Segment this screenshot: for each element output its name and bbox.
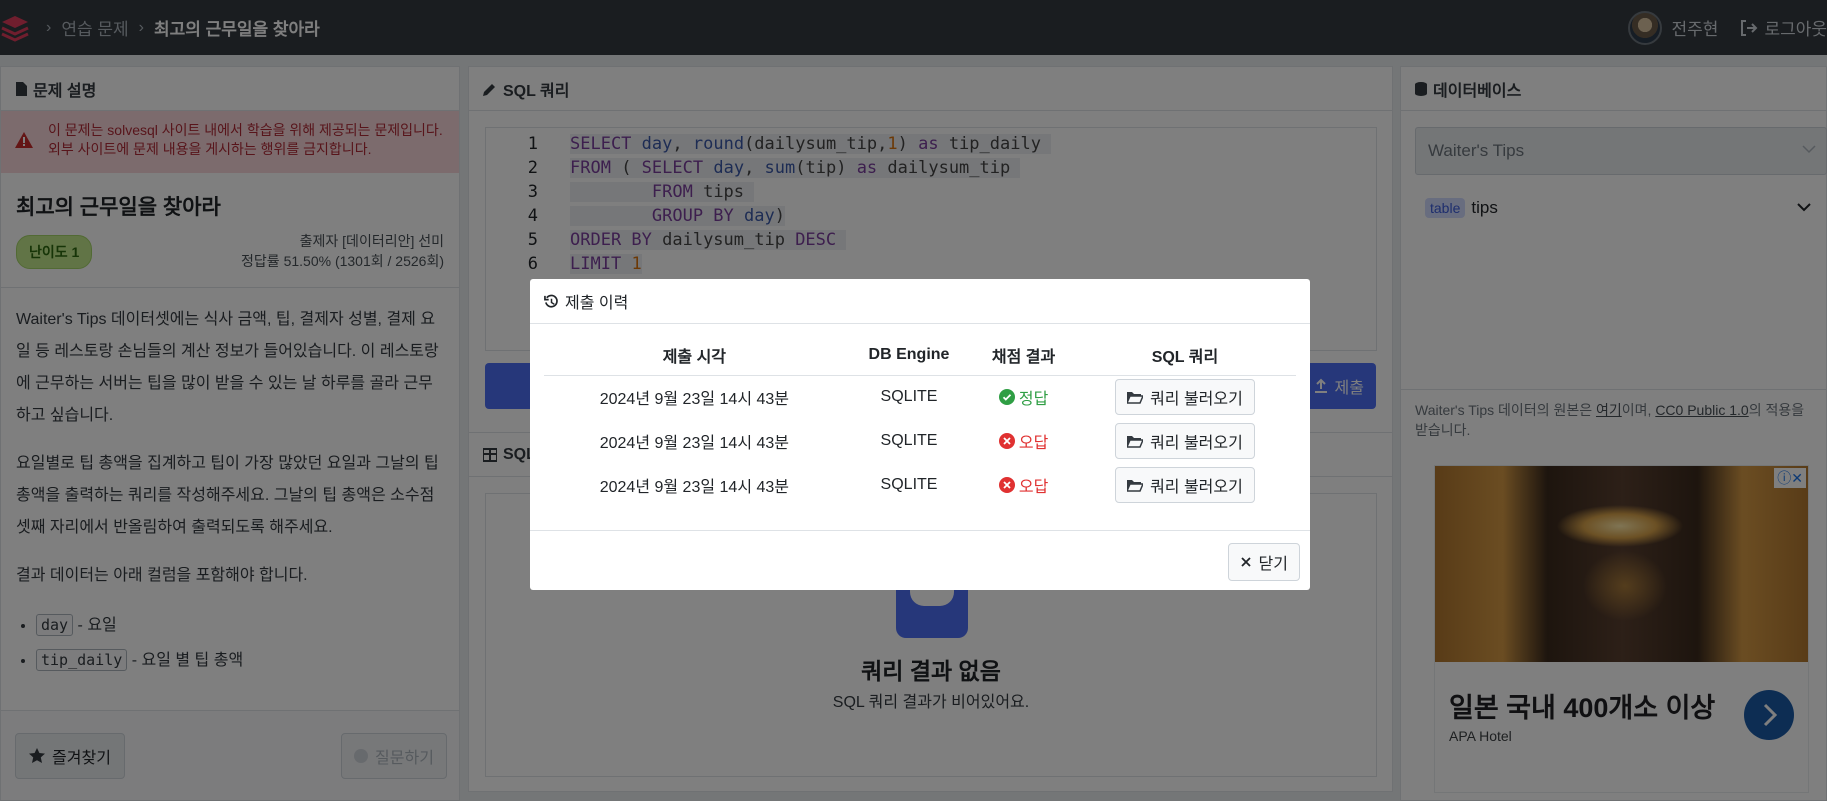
submission-table: 제출 시각 DB Engine 채점 결과 SQL 쿼리 2024년 9월 23… xyxy=(544,335,1296,507)
action-cell: 쿼리 불러오기 xyxy=(1074,419,1296,463)
load-query-button[interactable]: 쿼리 불러오기 xyxy=(1115,379,1255,416)
close-button[interactable]: 닫기 xyxy=(1227,543,1300,581)
result-label: 오답 xyxy=(1018,434,1049,452)
close-label: 닫기 xyxy=(1258,556,1288,573)
folder-open-icon xyxy=(1127,392,1144,404)
column-header: 채점 결과 xyxy=(973,335,1074,376)
modal-header: 제출 이력 xyxy=(530,279,1310,324)
action-cell: 쿼리 불러오기 xyxy=(1074,463,1296,507)
table-row: 2024년 9월 23일 14시 43분 SQLITE 오답 쿼리 불러오기 xyxy=(544,419,1296,463)
result-correct: 정답 xyxy=(998,385,1049,409)
x-circle-icon xyxy=(998,432,1015,449)
x-circle-icon xyxy=(998,476,1015,493)
modal-title: 제출 이력 xyxy=(565,295,629,312)
submit-time: 2024년 9월 23일 14시 43분 xyxy=(599,435,789,452)
close-icon xyxy=(1240,557,1251,567)
result-label: 오답 xyxy=(1018,478,1049,496)
load-query-label: 쿼리 불러오기 xyxy=(1150,435,1243,452)
load-query-button[interactable]: 쿼리 불러오기 xyxy=(1115,423,1255,459)
db-engine: SQLITE xyxy=(880,432,938,449)
modal-footer: 닫기 xyxy=(530,530,1310,590)
table-row: 2024년 9월 23일 14시 43분 SQLITE 정답 쿼리 불러오기 xyxy=(544,375,1296,419)
folder-open-icon xyxy=(1127,436,1144,448)
submit-time: 2024년 9월 23일 14시 43분 xyxy=(599,479,789,496)
result-wrong: 오답 xyxy=(998,429,1049,453)
grading-result-cell: 오답 xyxy=(973,463,1074,507)
load-query-label: 쿼리 불러오기 xyxy=(1150,391,1243,409)
result-label: 정답 xyxy=(1018,390,1049,408)
column-header: DB Engine xyxy=(844,335,974,376)
folder-open-icon xyxy=(1127,480,1144,492)
table-row: 2024년 9월 23일 14시 43분 SQLITE 오답 쿼리 불러오기 xyxy=(544,463,1296,507)
submission-history-modal: 제출 이력 제출 시각 DB Engine 채점 결과 SQL 쿼리 2024년… xyxy=(530,279,1310,590)
submit-time: 2024년 9월 23일 14시 43분 xyxy=(599,391,789,409)
grading-result-cell: 정답 xyxy=(973,375,1074,419)
grading-result-cell: 오답 xyxy=(973,419,1074,463)
load-query-label: 쿼리 불러오기 xyxy=(1150,479,1243,496)
db-engine: SQLITE xyxy=(880,388,938,406)
column-header: SQL 쿼리 xyxy=(1073,335,1296,376)
action-cell: 쿼리 불러오기 xyxy=(1074,375,1296,419)
db-engine: SQLITE xyxy=(880,476,938,493)
column-header: 제출 시각 xyxy=(544,335,845,376)
result-wrong: 오답 xyxy=(998,473,1049,497)
history-icon xyxy=(544,294,558,308)
check-circle-icon xyxy=(998,388,1015,405)
load-query-button[interactable]: 쿼리 불러오기 xyxy=(1115,467,1255,503)
